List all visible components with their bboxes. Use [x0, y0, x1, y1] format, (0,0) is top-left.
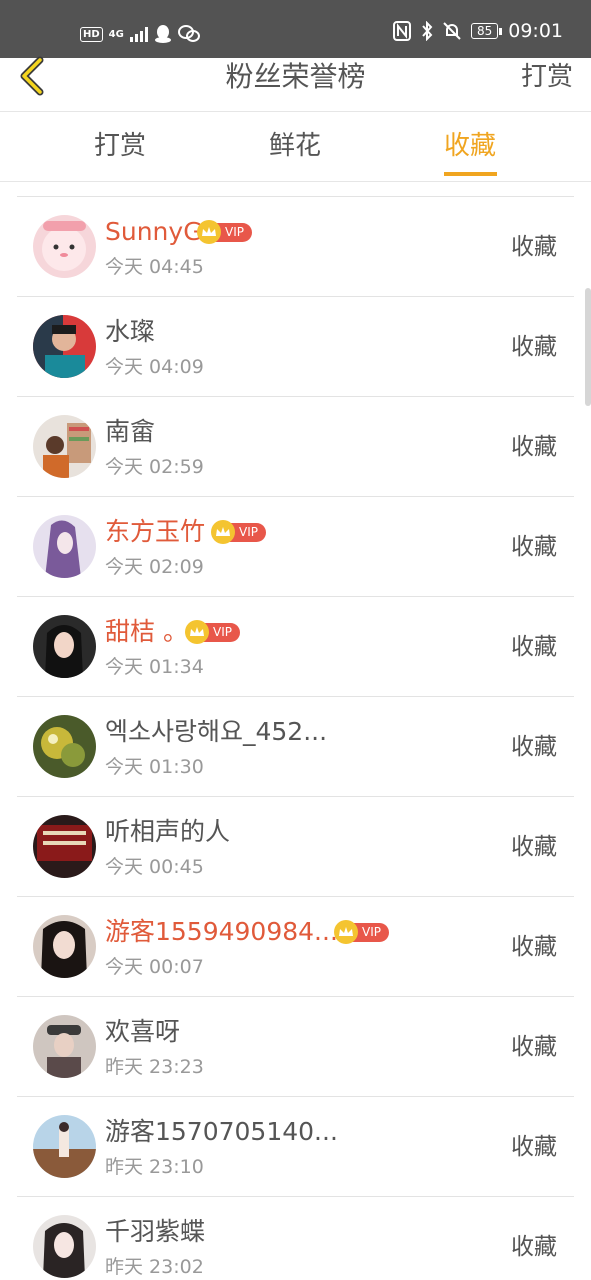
battery-icon: 85: [470, 23, 503, 39]
list-item[interactable]: 游客1559490984... VIP 今天 00:07 收藏: [17, 897, 574, 997]
nfc-icon: [392, 21, 411, 41]
tab-bar: 打赏 鲜花 收藏: [0, 112, 591, 182]
tab-favorites[interactable]: 收藏: [410, 129, 530, 163]
status-icons-right: 85 09:01: [392, 20, 563, 42]
favorite-time: 今天 01:34: [105, 656, 204, 678]
list-item[interactable]: 欢喜呀 昨天 23:23 收藏: [17, 997, 574, 1097]
status-icons-left: HD 4G: [80, 24, 200, 44]
favorite-time: 昨天 23:23: [105, 1056, 204, 1078]
crown-icon: [211, 520, 235, 544]
user-name: 甜桔 。: [105, 617, 188, 646]
user-name: 千羽紫蝶: [105, 1217, 206, 1246]
avatar: [33, 1215, 96, 1278]
list-item[interactable]: 水璨 今天 04:09 收藏: [17, 297, 574, 397]
tab-reward[interactable]: 打赏: [60, 129, 180, 163]
network-type: 4G: [108, 28, 124, 40]
favorite-time: 今天 00:07: [105, 956, 204, 978]
favorite-label: 收藏: [511, 334, 557, 360]
active-tab-indicator: [444, 172, 497, 176]
favorite-time: 今天 04:45: [105, 256, 204, 278]
avatar: [33, 415, 96, 478]
favorite-label: 收藏: [511, 234, 557, 260]
qq-icon: [154, 25, 171, 43]
crown-icon: [197, 220, 221, 244]
bluetooth-icon: [422, 21, 433, 41]
list-item[interactable]: 南畲 今天 02:59 收藏: [17, 397, 574, 497]
user-name: 欢喜呀: [105, 1017, 181, 1046]
favorite-time: 今天 02:59: [105, 456, 204, 478]
crown-icon: [185, 620, 209, 644]
favorite-time: 今天 02:09: [105, 556, 204, 578]
scrollbar[interactable]: [585, 288, 591, 406]
back-chevron-icon[interactable]: [14, 56, 54, 96]
avatar: [33, 215, 96, 278]
clock: 09:01: [508, 20, 563, 42]
avatar: [33, 815, 96, 878]
avatar: [33, 1015, 96, 1078]
list-item[interactable]: 东方玉竹 VIP 今天 02:09 收藏: [17, 497, 574, 597]
signal-icon: [129, 26, 148, 42]
user-name: SunnyG: [105, 217, 203, 246]
vip-badge: VIP: [334, 920, 389, 944]
favorite-label: 收藏: [511, 734, 557, 760]
avatar: [33, 515, 96, 578]
crown-icon: [334, 920, 358, 944]
favorite-label: 收藏: [511, 634, 557, 660]
list-item[interactable]: 听相声的人 今天 00:45 收藏: [17, 797, 574, 897]
favorite-time: 昨天 23:02: [105, 1256, 204, 1278]
avatar: [33, 1115, 96, 1178]
avatar: [33, 315, 96, 378]
favorite-time: 昨天 23:10: [105, 1156, 204, 1178]
vip-badge: VIP: [211, 520, 266, 544]
reward-button[interactable]: 打赏: [521, 58, 573, 96]
tab-flowers[interactable]: 鲜花: [235, 129, 355, 163]
fan-list: SunnyG VIP 今天 04:45 收藏 水璨 今天 04:09 收藏 南畲…: [17, 196, 574, 1280]
page-title: 粉丝荣誉榜: [225, 60, 366, 93]
user-name: 游客1570705140...: [105, 1117, 338, 1146]
favorite-label: 收藏: [511, 434, 557, 460]
user-name: 水璨: [105, 317, 156, 346]
avatar: [33, 615, 96, 678]
avatar: [33, 915, 96, 978]
vip-badge: VIP: [197, 220, 252, 244]
avatar: [33, 715, 96, 778]
favorite-label: 收藏: [511, 1234, 557, 1260]
user-name: 南畲: [105, 417, 156, 446]
user-name: 听相声的人: [105, 817, 231, 846]
nav-bar: 粉丝荣誉榜 打赏: [0, 56, 591, 112]
hd-icon: HD: [80, 26, 103, 42]
wechat-icon: [177, 25, 200, 42]
list-item[interactable]: 甜桔 。 VIP 今天 01:34 收藏: [17, 597, 574, 697]
favorite-time: 今天 01:30: [105, 756, 204, 778]
vip-badge: VIP: [185, 620, 240, 644]
favorite-label: 收藏: [511, 834, 557, 860]
mute-icon: [443, 22, 461, 40]
favorite-label: 收藏: [511, 934, 557, 960]
status-bar: HD 4G 85 09:01: [0, 0, 591, 58]
user-name: 엑소사랑해요_452...: [105, 717, 328, 746]
list-item[interactable]: 千羽紫蝶 昨天 23:02 收藏: [17, 1197, 574, 1280]
favorite-time: 今天 00:45: [105, 856, 204, 878]
list-item[interactable]: 游客1570705140... 昨天 23:10 收藏: [17, 1097, 574, 1197]
favorite-label: 收藏: [511, 534, 557, 560]
user-name: 游客1559490984...: [105, 917, 338, 946]
favorite-label: 收藏: [511, 1134, 557, 1160]
list-item[interactable]: 엑소사랑해요_452... 今天 01:30 收藏: [17, 697, 574, 797]
user-name: 东方玉竹: [105, 517, 206, 546]
favorite-label: 收藏: [511, 1034, 557, 1060]
list-item[interactable]: SunnyG VIP 今天 04:45 收藏: [17, 197, 574, 297]
favorite-time: 今天 04:09: [105, 356, 204, 378]
